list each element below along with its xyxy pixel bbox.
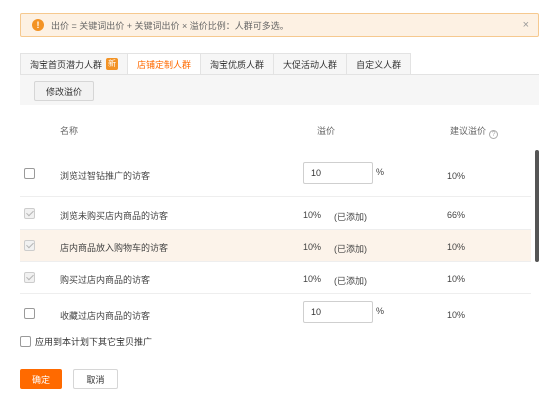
tab-label: 淘宝首页潜力人群 (30, 59, 103, 70)
row-checkbox (24, 208, 35, 219)
header-name: 名称 (60, 126, 79, 136)
row-checkbox (24, 272, 35, 283)
suggested-value: 10% (447, 171, 466, 181)
confirm-button[interactable]: 确定 (20, 369, 62, 389)
row-name: 店内商品放入购物车的访客 (60, 243, 169, 253)
info-alert: ! 出价 = 关键词出价 + 关键词出价 × 溢价比例：人群可多选。 × (20, 13, 539, 37)
apply-checkbox[interactable] (20, 336, 31, 347)
table-row: 购买过店内商品的访客 10% (已添加) 10% (20, 262, 531, 294)
table-row: 店内商品放入购物车的访客 10% (已添加) 10% (20, 230, 531, 262)
percent-unit: % (376, 167, 385, 177)
new-badge: 新 (106, 58, 119, 70)
tab-label: 自定义人群 (356, 59, 402, 70)
row-name: 浏览未购买店内商品的访客 (60, 211, 169, 221)
table-row: 收藏过店内商品的访客 10 % 10% (20, 294, 531, 330)
tab-promotion-crowd[interactable]: 大促活动人群 (273, 53, 347, 75)
row-name: 收藏过店内商品的访客 (60, 311, 151, 321)
tab-label: 店铺定制人群 (137, 59, 192, 70)
toolbar: 修改溢价 (20, 75, 539, 105)
warning-icon: ! (32, 19, 44, 31)
premium-value: 10% (303, 242, 322, 252)
tab-label: 大促活动人群 (283, 59, 338, 70)
suggested-value: 10% (447, 242, 466, 252)
tab-label: 淘宝优质人群 (210, 59, 265, 70)
modify-premium-button[interactable]: 修改溢价 (34, 81, 95, 101)
table-header: 名称 溢价 建议溢价? (20, 118, 539, 140)
suggested-value: 10% (447, 310, 466, 320)
row-checkbox[interactable] (24, 308, 35, 319)
table-row: 浏览未购买店内商品的访客 10% (已添加) 66% (20, 197, 531, 230)
alert-message: 出价 = 关键词出价 + 关键词出价 × 溢价比例：人群可多选。 (51, 20, 289, 31)
suggested-value: 66% (447, 210, 466, 220)
tab-homepage-potential[interactable]: 淘宝首页潜力人群 新 (20, 53, 128, 75)
premium-value: 10% (303, 274, 322, 284)
row-name: 购买过店内商品的访客 (60, 275, 151, 285)
row-checkbox[interactable] (24, 168, 35, 179)
header-suggested-label: 建议溢价 (450, 126, 487, 136)
header-suggested: 建议溢价? (450, 124, 499, 139)
row-checkbox (24, 240, 35, 251)
table-row: 浏览过智钻推广的访客 10 % 10% (20, 150, 531, 197)
cancel-button[interactable]: 取消 (73, 369, 118, 389)
apply-label: 应用到本计划下其它宝贝推广 (35, 337, 153, 347)
premium-input[interactable]: 10 (303, 301, 373, 323)
added-status: (已添加) (334, 276, 367, 286)
header-premium: 溢价 (317, 126, 336, 136)
tab-quality-crowd[interactable]: 淘宝优质人群 (200, 53, 274, 75)
row-name: 浏览过智钻推广的访客 (60, 171, 151, 181)
tab-store-custom[interactable]: 店铺定制人群 (127, 53, 201, 75)
premium-input[interactable]: 10 (303, 162, 373, 184)
premium-value: 10% (303, 210, 322, 220)
added-status: (已添加) (334, 212, 367, 222)
tab-custom-crowd[interactable]: 自定义人群 (346, 53, 412, 75)
question-icon[interactable]: ? (489, 130, 499, 139)
percent-unit: % (376, 306, 385, 316)
added-status: (已添加) (334, 244, 367, 254)
scrollbar-thumb[interactable] (535, 150, 539, 262)
suggested-value: 10% (447, 274, 466, 284)
apply-to-plan[interactable]: 应用到本计划下其它宝贝推广 (20, 335, 152, 348)
tab-bar: 淘宝首页潜力人群 新 店铺定制人群 淘宝优质人群 大促活动人群 自定义人群 (20, 53, 412, 75)
close-icon[interactable]: × (523, 19, 529, 31)
